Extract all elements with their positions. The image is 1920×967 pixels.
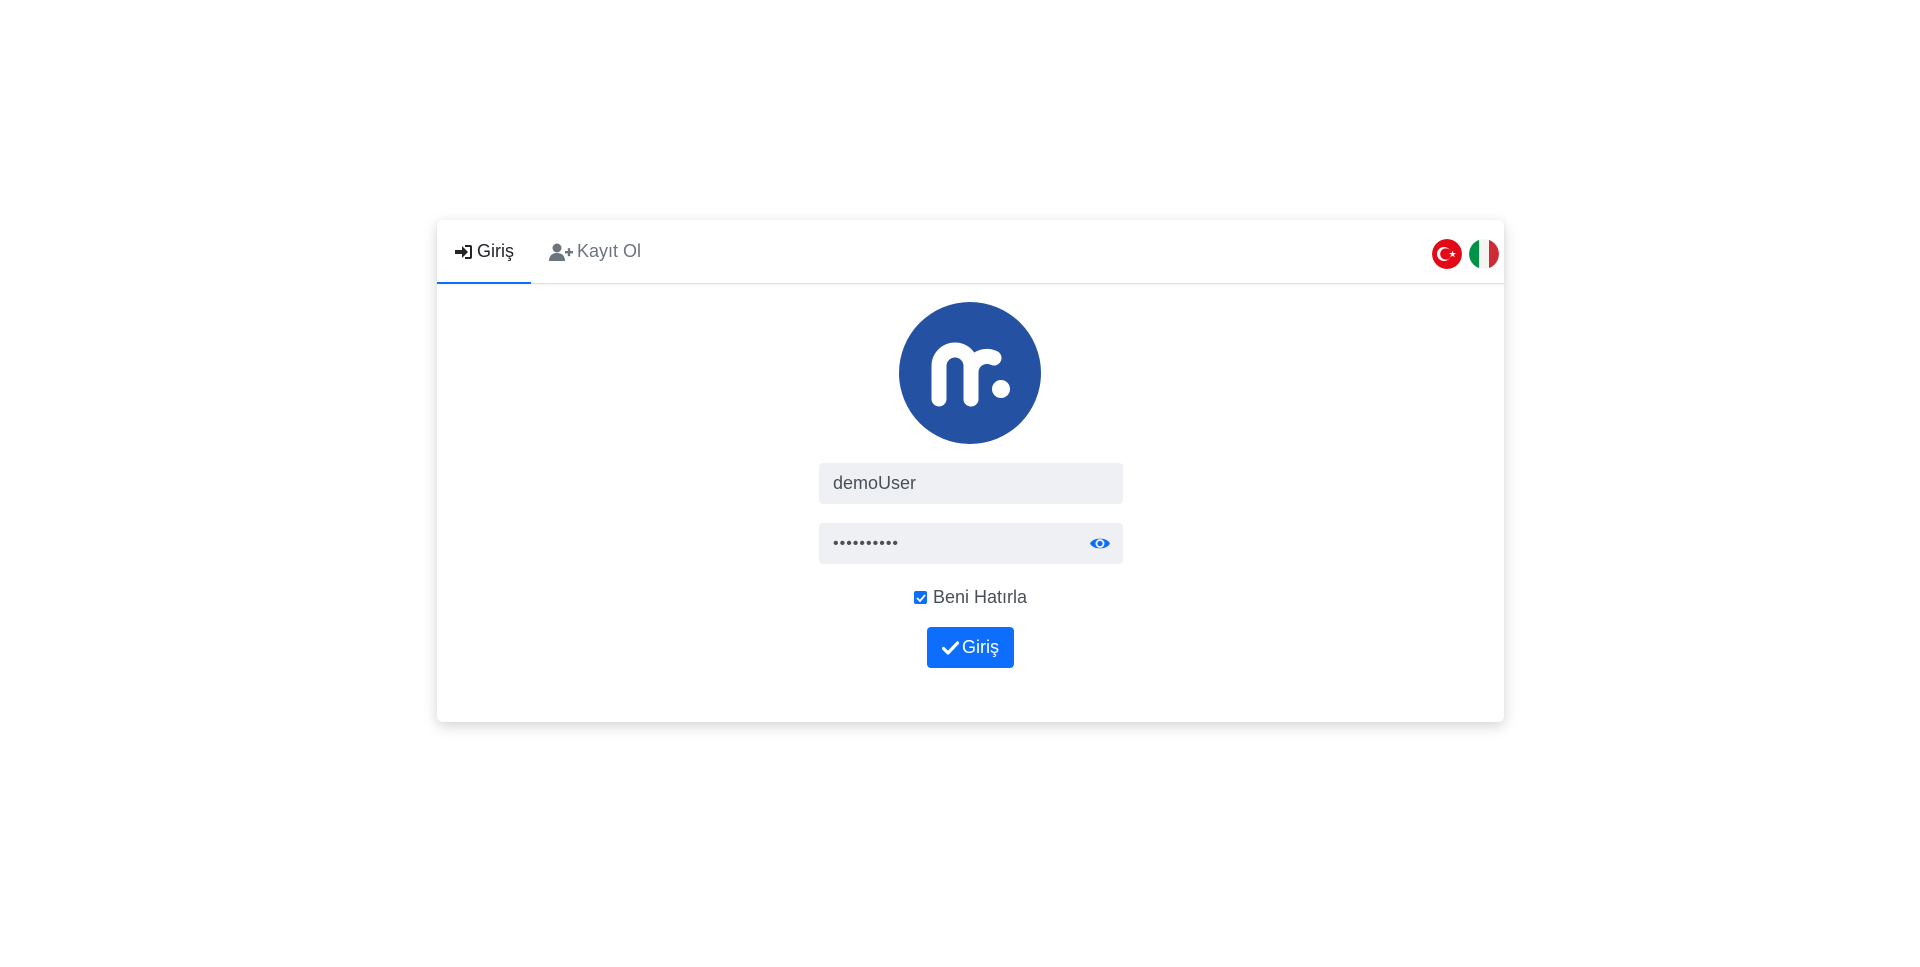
tab-login-label: Giriş [477,241,514,261]
auth-tabs: Giriş Kayıt Ol [437,220,1504,284]
password-field[interactable]: •••••••••• [819,523,1123,564]
active-tab-indicator [437,282,531,284]
username-field[interactable]: demoUser [819,463,1123,504]
tab-register-label: Kayıt Ol [577,241,642,261]
tab-login[interactable]: Giriş [437,220,531,284]
tab-register[interactable]: Kayıt Ol [549,220,641,283]
show-password-eye-icon[interactable] [1089,535,1111,552]
sign-in-icon [454,244,473,260]
language-switcher [1432,239,1499,269]
turkish-flag-icon[interactable] [1432,239,1462,269]
mr-logo-icon [899,302,1041,444]
remember-label: Beni Hatırla [933,587,1028,607]
login-submit-button[interactable]: Giriş [927,627,1014,668]
login-card: Giriş Kayıt Ol demoUser •••••••••• Beni … [437,220,1504,722]
italian-flag-icon[interactable] [1469,239,1499,269]
username-value: demoUser [833,473,917,493]
submit-label: Giriş [962,637,999,657]
remember-checkbox[interactable] [914,591,927,604]
remember-me: Beni Hatırla [914,587,1027,608]
user-plus-icon [549,243,573,261]
check-icon [942,640,959,655]
password-value: •••••••••• [833,534,900,552]
